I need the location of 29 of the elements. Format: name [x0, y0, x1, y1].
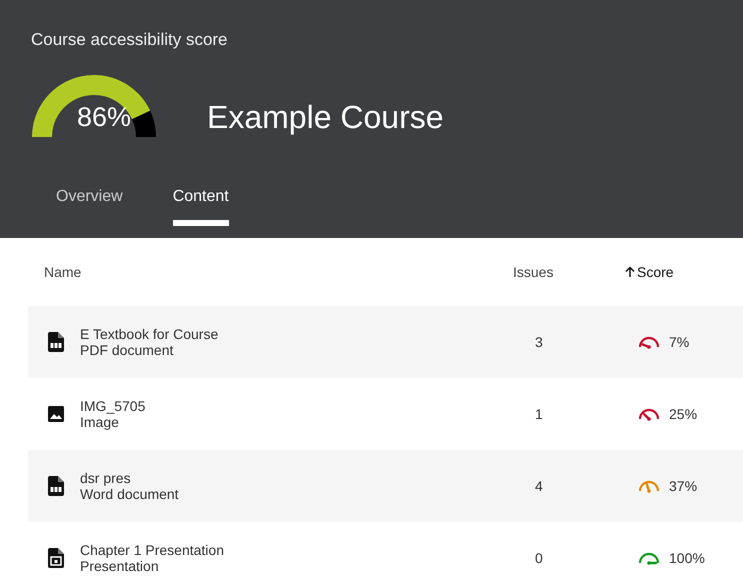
score-value: 37% — [669, 478, 698, 494]
score-value: 100% — [669, 550, 705, 566]
image-icon — [48, 404, 64, 424]
gauge-reading: 86% — [77, 102, 132, 133]
section-caption: Course accessibility score — [31, 30, 228, 50]
sort-arrow-icon[interactable] — [625, 266, 635, 278]
file-type: Image — [80, 414, 120, 430]
pdf-file-icon — [48, 332, 64, 352]
column-header[interactable]: Name — [44, 264, 82, 280]
doc-file-icon — [48, 476, 64, 496]
file-name[interactable]: Chapter 1 Presentation — [80, 542, 224, 558]
column-header[interactable]: Score — [637, 264, 674, 280]
tab[interactable]: Overview — [31, 182, 148, 226]
file-type: Presentation — [80, 558, 160, 574]
column-header[interactable]: Issues — [513, 264, 554, 280]
file-type: PDF document — [80, 342, 174, 358]
presentation-file-icon — [48, 548, 64, 568]
file-name[interactable]: dsr pres — [80, 470, 179, 486]
score-value: 25% — [669, 406, 698, 422]
tab[interactable]: Content — [172, 182, 229, 226]
score-value: 7% — [669, 334, 690, 350]
issue-count: 3 — [535, 334, 543, 350]
file-type: Word document — [80, 486, 179, 502]
file-name[interactable]: E Textbook for Course — [80, 326, 218, 342]
issue-count: 0 — [535, 550, 543, 566]
course-title: Example Course — [207, 99, 444, 136]
issue-count: 1 — [535, 406, 543, 422]
file-name[interactable]: IMG_5705 — [80, 398, 146, 414]
issue-count: 4 — [535, 478, 543, 494]
